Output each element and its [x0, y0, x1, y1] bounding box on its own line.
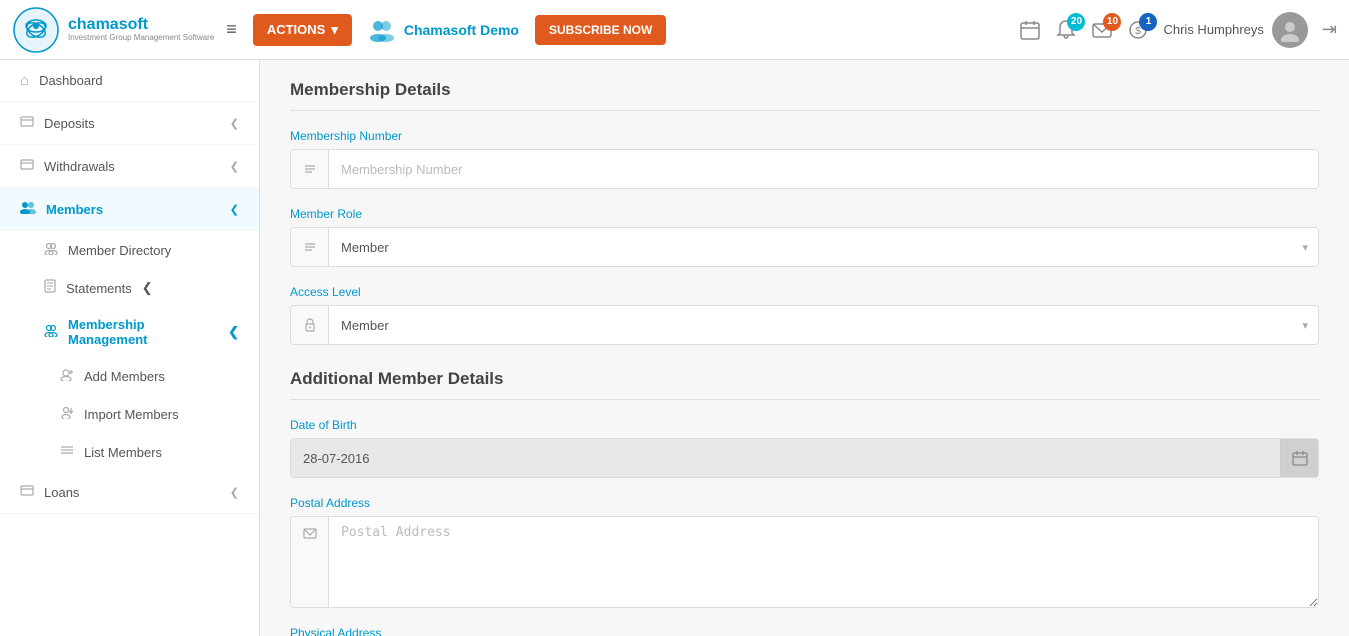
additional-details-title: Additional Member Details [290, 369, 1319, 400]
logo-name: chamasoft [68, 16, 214, 34]
sidebar: ⌂ Dashboard Deposits ❮ Withdrawals ❮ Mem… [0, 60, 260, 636]
group-name: Chamasoft Demo [404, 22, 519, 38]
sidebar-subitem-list-members[interactable]: List Members [0, 433, 259, 471]
members-arrow: ❮ [230, 203, 239, 216]
sidebar-item-withdrawals[interactable]: Withdrawals ❮ [0, 145, 259, 188]
dashboard-icon: ⌂ [20, 72, 29, 89]
sidebar-item-dashboard[interactable]: ⌂ Dashboard [0, 60, 259, 102]
membership-number-icon [291, 150, 329, 188]
access-level-group: Access Level Member Admin Read Only ▾ [290, 285, 1319, 345]
access-level-label: Access Level [290, 285, 1319, 299]
sidebar-subitem-label: List Members [84, 445, 162, 460]
sidebar-subitem-import-members[interactable]: Import Members [0, 395, 259, 433]
deposits-arrow: ❮ [230, 117, 239, 130]
dob-label: Date of Birth [290, 418, 1319, 432]
sidebar-item-loans[interactable]: Loans ❮ [0, 471, 259, 514]
sidebar-subitem-label: Member Directory [68, 243, 171, 258]
member-role-icon [291, 228, 329, 266]
access-level-arrow: ▾ [1292, 319, 1318, 332]
membership-number-input[interactable] [329, 154, 1318, 185]
calendar-picker-icon [1292, 450, 1308, 466]
membership-number-label: Membership Number [290, 129, 1319, 143]
postal-address-textarea[interactable] [329, 517, 1318, 607]
calendar-icon [1019, 19, 1041, 41]
bell-badge: 20 [1067, 13, 1085, 31]
money-badge: 1 [1139, 13, 1157, 31]
main-content: Membership Details Membership Number Mem… [260, 60, 1349, 636]
logo-area: chamasoft Investment Group Management So… [12, 6, 214, 54]
hamburger-icon[interactable]: ≡ [226, 19, 237, 40]
member-role-select-wrap: Member Chairman Secretary Treasurer ▾ [290, 227, 1319, 267]
sidebar-subitem-member-directory[interactable]: Member Directory [0, 231, 259, 269]
withdrawals-icon [20, 157, 34, 175]
statements-icon [44, 279, 56, 297]
calendar-nav-icon[interactable] [1019, 19, 1041, 41]
member-role-select[interactable]: Member Chairman Secretary Treasurer [329, 232, 1292, 263]
sidebar-subitem-label: Membership Management [68, 317, 218, 347]
dob-group: Date of Birth 28-07-2016 [290, 418, 1319, 478]
access-level-select-wrap: Member Admin Read Only ▾ [290, 305, 1319, 345]
topnav-right: 20 10 $ 1 Chris Humphreys [1019, 12, 1337, 48]
logo-tagline: Investment Group Management Software [68, 34, 214, 43]
mail-badge: 10 [1103, 13, 1121, 31]
sidebar-item-label: Withdrawals [44, 159, 115, 174]
membership-mgmt-icon [44, 323, 58, 341]
sidebar-subitem-add-members[interactable]: Add Members [0, 357, 259, 395]
membership-number-group: Membership Number [290, 129, 1319, 189]
sidebar-subitem-label: Import Members [84, 407, 179, 422]
postal-address-textarea-wrap [290, 516, 1319, 608]
member-directory-icon [44, 241, 58, 259]
money-icon-wrap[interactable]: $ 1 [1127, 19, 1149, 41]
mail-icon-wrap[interactable]: 10 [1091, 19, 1113, 41]
actions-button[interactable]: ACTIONS ▾ [253, 14, 352, 46]
sidebar-item-members[interactable]: Members ❮ [0, 188, 259, 231]
add-members-icon [60, 367, 74, 385]
postal-address-group: Postal Address [290, 496, 1319, 608]
membership-mgmt-arrow: ❮ [228, 324, 239, 340]
logo-text: chamasoft Investment Group Management So… [68, 16, 214, 42]
access-level-icon [291, 306, 329, 344]
logo-svg [12, 6, 60, 54]
physical-address-label: Physical Address [290, 626, 1319, 636]
list-members-icon [60, 443, 74, 461]
loans-icon [20, 483, 34, 501]
dob-value: 28-07-2016 [291, 442, 1280, 475]
user-name: Chris Humphreys [1163, 22, 1263, 37]
member-role-arrow: ▾ [1292, 241, 1318, 254]
user-area[interactable]: Chris Humphreys [1163, 12, 1307, 48]
member-role-group: Member Role Member Chairman Secretary Tr… [290, 207, 1319, 267]
physical-address-group: Physical Address [290, 626, 1319, 636]
sidebar-item-deposits[interactable]: Deposits ❮ [0, 102, 259, 145]
dob-input-wrap: 28-07-2016 [290, 438, 1319, 478]
top-navigation: chamasoft Investment Group Management So… [0, 0, 1349, 60]
sidebar-subitem-label: Add Members [84, 369, 165, 384]
members-icon [20, 200, 36, 218]
withdrawals-arrow: ❮ [230, 160, 239, 173]
member-role-label: Member Role [290, 207, 1319, 221]
sidebar-item-label: Members [46, 202, 103, 217]
access-level-select[interactable]: Member Admin Read Only [329, 310, 1292, 341]
membership-number-input-wrap [290, 149, 1319, 189]
membership-details-title: Membership Details [290, 80, 1319, 111]
group-icon [368, 16, 396, 44]
calendar-picker-button[interactable] [1280, 439, 1318, 477]
postal-address-icon [291, 517, 329, 607]
subscribe-button[interactable]: SUBSCRIBE NOW [535, 15, 666, 45]
user-avatar [1272, 12, 1308, 48]
sidebar-subitem-label: Statements [66, 281, 132, 296]
postal-address-label: Postal Address [290, 496, 1319, 510]
bell-icon-wrap[interactable]: 20 [1055, 19, 1077, 41]
sidebar-item-label: Dashboard [39, 73, 103, 88]
sidebar-item-label: Loans [44, 485, 79, 500]
sidebar-item-label: Deposits [44, 116, 95, 131]
sidebar-subitem-statements[interactable]: Statements ❮ [0, 269, 259, 307]
group-icon-wrap [368, 16, 396, 44]
logout-icon[interactable]: ⇥ [1322, 19, 1337, 40]
loans-arrow: ❮ [230, 486, 239, 499]
sidebar-subitem-membership-management[interactable]: Membership Management ❮ [0, 307, 259, 357]
deposits-icon [20, 114, 34, 132]
import-members-icon [60, 405, 74, 423]
statements-arrow: ❮ [142, 280, 153, 296]
main-layout: ⌂ Dashboard Deposits ❮ Withdrawals ❮ Mem… [0, 60, 1349, 636]
